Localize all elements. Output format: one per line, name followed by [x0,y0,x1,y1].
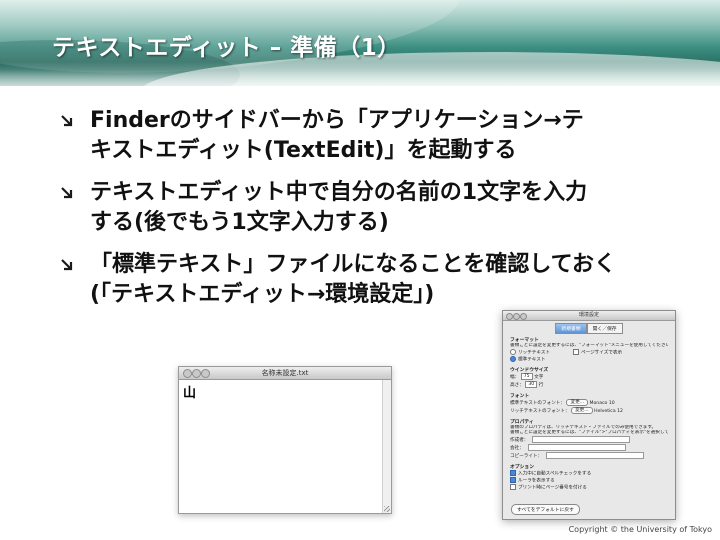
bullet-arrow-icon [61,187,73,199]
rich-font-change-button: 変更... [571,406,593,414]
copyright-text: Copyright © the University of Tokyo [568,525,712,534]
bullet-arrow-icon [61,115,73,127]
height-field: 30 [525,381,538,389]
rich-text-radio [510,348,516,355]
option-row: プリント時にページ番号を付ける [510,484,668,491]
bullet-line: Finderのサイドバーから「アプリケーション→テ [90,108,584,133]
option-label: 入力中に自動スペルチェックをする [518,471,592,477]
preferences-window: 環境設定 新規書類 開く／保存 フォーマット 書類ごとに設定を変更するには、"フォ… [502,310,676,520]
option-label: プリント時にページ番号を付ける [518,485,587,491]
band-fade [0,70,720,100]
bullet-item: テキストエディット中で自分の名前の1文字を入力 する(後でもう1文字入力する) [60,178,700,238]
page-wide-checkbox [572,348,579,355]
plain-text-radio [510,356,516,363]
plain-text-label: 標準テキスト [518,357,546,363]
rich-font-label: リッチテキストのフォント： [510,408,570,414]
window-titlebar: 名称未設定.txt [179,367,391,380]
bullet-line: する(後でもう1文字入力する) [90,210,389,235]
bullet-item: 「標準テキスト」ファイルになることを確認しておく (「テキストエディット→環境設… [60,250,700,310]
bullet-line: テキストエディット中で自分の名前の1文字を入力 [90,180,588,205]
chars-label: 文字 [534,375,544,381]
reset-defaults-button: すべてをデフォルトに戻す [511,504,580,515]
options-header: オプション [510,464,534,470]
window-title: 名称未設定.txt [261,369,309,377]
page-number-checkbox [510,484,516,491]
rich-font-row: リッチテキストのフォント： 変更... Helvetica 12 [510,406,668,415]
rich-font-value: Helvetica 12 [594,408,623,414]
option-label: ルーラを表示する [518,478,555,484]
bullet-line: 「標準テキスト」ファイルになることを確認しておく [90,252,617,277]
bullet-line: キストエディット(TextEdit)」を起動する [90,138,517,163]
ruler-checkbox [510,476,516,483]
option-row: ルーラを表示する [510,476,668,484]
width-field: 75 [520,373,533,381]
bullet-arrow-icon [61,259,73,271]
bullet-item: Finderのサイドバーから「アプリケーション→テ キストエディット(TextE… [60,106,700,166]
plain-font-row: 標準テキストのフォント： 変更... Monaco 10 [510,398,668,407]
scrollbar [382,380,391,513]
font-header: フォント [510,393,530,399]
copyright-field [546,451,645,459]
height-row: 高さ： 30 行 [510,381,668,389]
width-label: 幅： [510,375,520,381]
props-header: プロパティ [510,419,534,425]
plain-font-change-button: 変更... [566,398,589,406]
window-size-header: ウインドウサイズ [510,368,549,374]
plain-font-value: Monaco 10 [589,400,615,406]
author-label: 作成者： [510,438,529,444]
page-wide-label: ページサイズで表示 [580,350,623,356]
width-row: 幅： 75 文字 [510,373,668,381]
bullet-line: (「テキストエディット→環境設定」) [90,282,435,307]
option-row: 入力中に自動スペルチェックをする [510,469,668,477]
format-desc: 書類ごとに設定を変更するには、"フォーマット"メニューを使用してください。 [510,343,668,348]
lines-label: 行 [538,383,544,389]
resize-grip-icon [384,506,390,512]
format-row: リッチテキスト ページサイズで表示 [510,348,668,356]
company-field [527,443,626,451]
document-text: 山 [183,386,197,401]
copyright-row: コピーライト： [510,451,668,460]
bullet-text: Finderのサイドバーから「アプリケーション→テ キストエディット(TextE… [90,106,700,166]
pref-body: フォーマット 書類ごとに設定を変更するには、"フォーマット"メニューを使用してく… [510,333,668,491]
spellcheck-checkbox [510,469,516,476]
company-label: 会社： [510,445,524,451]
author-row: 作成者： [510,436,668,444]
rich-text-label: リッチテキスト [518,350,551,356]
height-label: 高さ： [510,383,524,389]
textedit-window: 名称未設定.txt 山 [178,366,392,514]
window-title: 環境設定 [578,312,599,318]
plain-row: 標準テキスト [510,356,668,363]
bullet-text: 「標準テキスト」ファイルになることを確認しておく (「テキストエディット→環境設… [90,250,700,310]
plain-font-label: 標準テキストのフォント： [510,400,565,406]
author-field [532,436,631,444]
slide-title: テキストエディット – 準備（1） [52,35,401,61]
bullet-list: Finderのサイドバーから「アプリケーション→テ キストエディット(TextE… [60,106,700,322]
company-row: 会社： [510,443,668,452]
copyright-label: コピーライト： [510,453,543,459]
bullet-text: テキストエディット中で自分の名前の1文字を入力 する(後でもう1文字入力する) [90,178,700,238]
format-header: フォーマット [510,338,539,343]
window-titlebar: 環境設定 [503,311,675,321]
